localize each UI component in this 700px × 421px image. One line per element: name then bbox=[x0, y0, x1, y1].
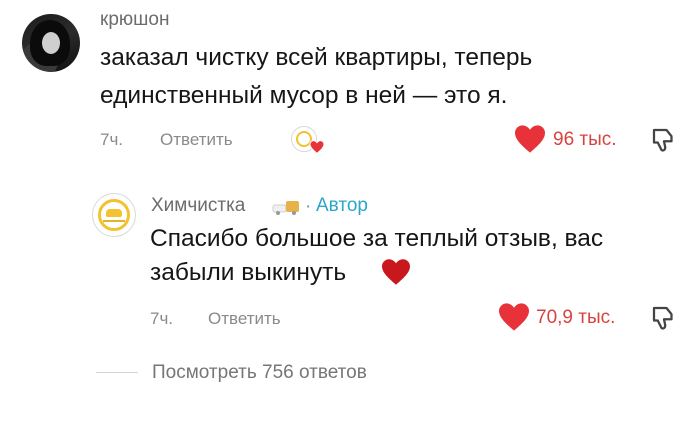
comment-like-count: 96 тыс. bbox=[553, 129, 617, 150]
like-heart-icon[interactable] bbox=[513, 124, 547, 154]
reply-timestamp: 7ч. bbox=[150, 309, 174, 328]
reply-reply-button[interactable]: Ответить bbox=[208, 309, 281, 329]
replies-divider bbox=[96, 372, 138, 373]
reply-author-name[interactable]: Химчистка bbox=[151, 195, 245, 217]
like-heart-icon[interactable] bbox=[497, 302, 531, 332]
comment-text-line-1: заказал чистку всей квартиры, теперь bbox=[100, 44, 533, 71]
dislike-thumbs-down-icon[interactable] bbox=[649, 303, 679, 333]
comment-text-line-2: единственный мусор в ней — это я. bbox=[100, 82, 508, 109]
reply-text-line-1: Спасибо большое за теплый отзыв, вас bbox=[150, 225, 604, 252]
truck-sofa-icon bbox=[272, 201, 299, 215]
reply-like-count: 70,9 тыс. bbox=[536, 307, 616, 328]
comment-reply-button[interactable]: Ответить bbox=[160, 130, 233, 150]
author-badge: Автор bbox=[316, 195, 368, 216]
dislike-thumbs-down-icon[interactable] bbox=[649, 125, 679, 155]
reply-text-line-2: забыли выкинуть bbox=[150, 259, 347, 286]
author-avatar[interactable] bbox=[92, 193, 136, 237]
author-separator: · bbox=[305, 196, 312, 217]
user-avatar[interactable] bbox=[22, 14, 80, 72]
red-heart-emoji bbox=[382, 259, 410, 285]
comment-timestamp: 7ч. bbox=[100, 130, 124, 149]
comment-username[interactable]: крюшон bbox=[100, 9, 169, 31]
creator-liked-heart-icon bbox=[309, 140, 325, 154]
view-replies-button[interactable]: Посмотреть 756 ответов bbox=[152, 362, 367, 384]
